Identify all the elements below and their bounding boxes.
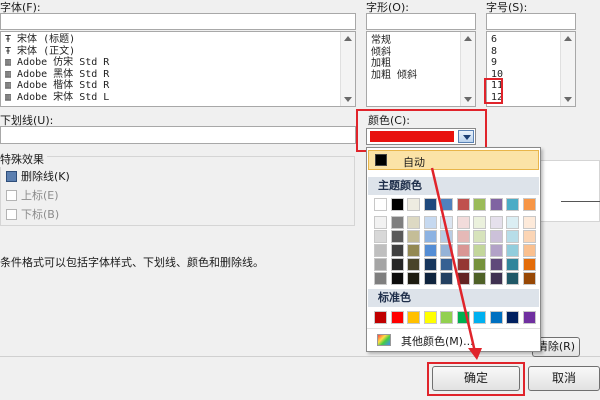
annotation-arrow	[430, 167, 482, 360]
arrow-head	[468, 348, 482, 360]
arrow-line	[430, 167, 477, 353]
